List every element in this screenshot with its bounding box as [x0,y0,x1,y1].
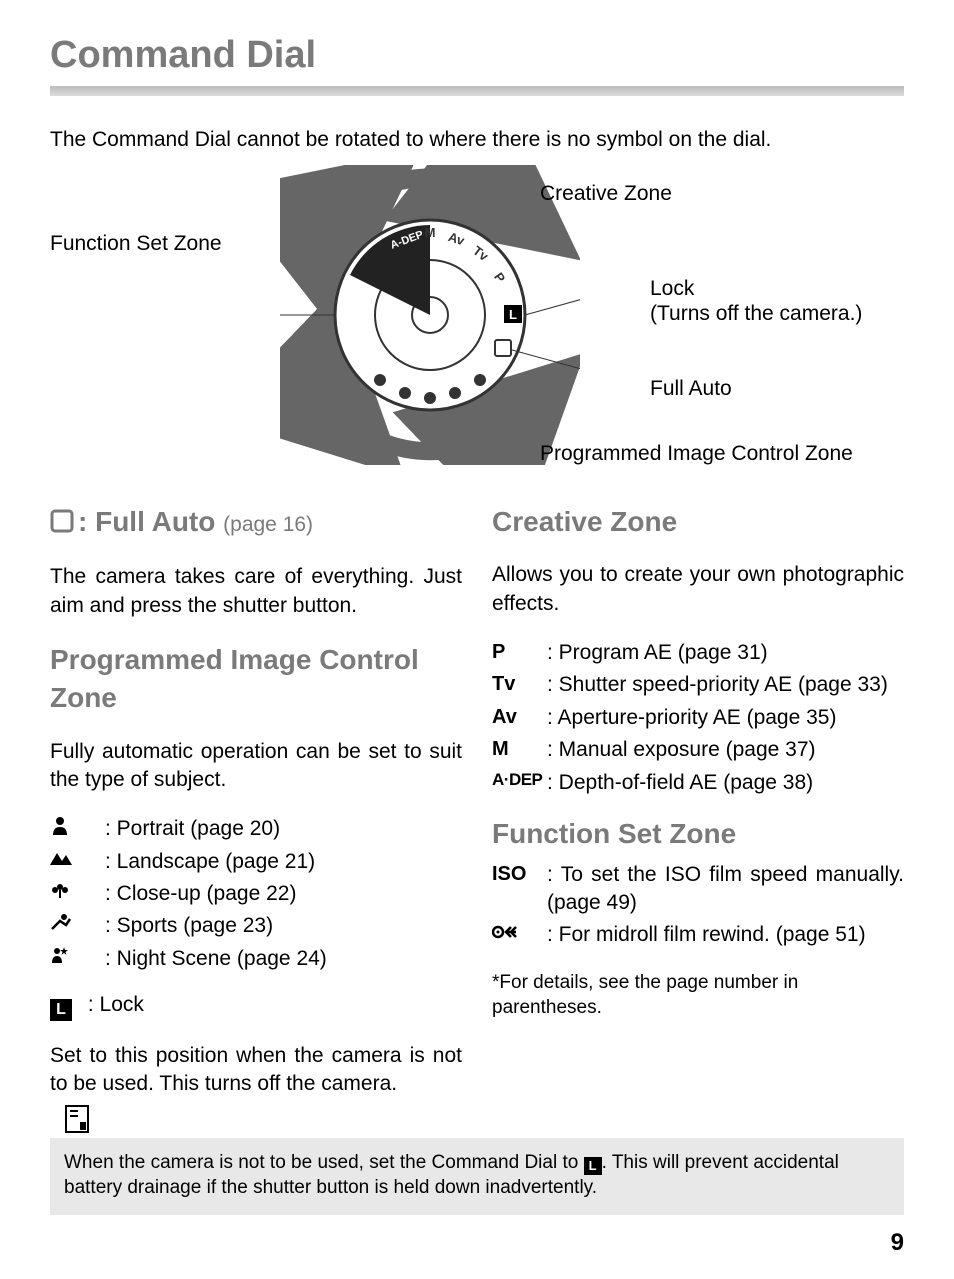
lock-row: L : Lock [50,991,462,1021]
tip-box: When the camera is not to be used, set t… [50,1138,904,1215]
label-function-set-zone: Function Set Zone [50,230,222,258]
portrait-icon [50,815,105,843]
adep-label: A·DEP [492,769,547,792]
creative-zone-body: Allows you to create your own photograph… [492,561,904,618]
list-item: M : Manual exposure (page 37) [492,736,904,764]
list-item: A·DEP : Depth-of-field AE (page 38) [492,769,904,797]
pic-zone-heading: Programmed Image Control Zone [50,641,462,717]
lock-body: Set to this position when the camera is … [50,1042,462,1099]
list-item: : Landscape (page 21) [50,848,462,876]
list-item: ISO : To set the ISO film speed manually… [492,861,904,918]
lock-l-icon: L [50,999,72,1021]
rewind-icon [492,921,547,948]
label-creative-zone: Creative Zone [540,180,672,208]
svg-text:M: M [425,225,436,240]
label-pic-zone: Programmed Image Control Zone [540,440,853,468]
intro-text: The Command Dial cannot be rotated to wh… [50,126,904,154]
note-icon [64,1104,90,1142]
list-item: Tv : Shutter speed-priority AE (page 33) [492,671,904,699]
list-item: : Night Scene (page 24) [50,945,462,973]
title-rule [50,86,904,96]
label-lock-sub: (Turns off the camera.) [650,300,862,328]
creative-zone-heading: Creative Zone [492,503,904,541]
dial-diagram: M A-DEP Av Tv P L Creative Zone Function… [50,165,904,465]
list-item: Av : Aperture-priority AE (page 35) [492,704,904,732]
list-item: : For midroll film rewind. (page 51) [492,921,904,949]
pic-zone-body: Fully automatic operation can be set to … [50,738,462,795]
night-scene-icon [50,945,105,973]
dial-svg: M A-DEP Av Tv P L [280,165,580,465]
footnote: *For details, see the page number in par… [492,970,904,1021]
page-title: Command Dial [50,30,904,81]
closeup-icon [50,880,105,908]
function-set-heading: Function Set Zone [492,815,904,853]
list-item: P : Program AE (page 31) [492,639,904,667]
full-auto-heading: : Full Auto (page 16) [50,503,462,543]
creative-mode-list: P : Program AE (page 31) Tv : Shutter sp… [492,639,904,797]
function-set-list: ISO : To set the ISO film speed manually… [492,861,904,950]
list-item: : Close-up (page 22) [50,880,462,908]
page-number: 9 [50,1227,904,1259]
label-full-auto: Full Auto [650,375,732,403]
svg-text:L: L [509,307,517,322]
pic-mode-list: : Portrait (page 20) : Landscape (page 2… [50,815,462,973]
list-item: : Sports (page 23) [50,912,462,940]
full-auto-body: The camera takes care of everything. Jus… [50,563,462,620]
sports-icon [50,912,105,939]
list-item: : Portrait (page 20) [50,815,462,843]
landscape-icon [50,848,105,875]
square-icon [50,505,74,543]
lock-l-icon: L [584,1157,602,1175]
